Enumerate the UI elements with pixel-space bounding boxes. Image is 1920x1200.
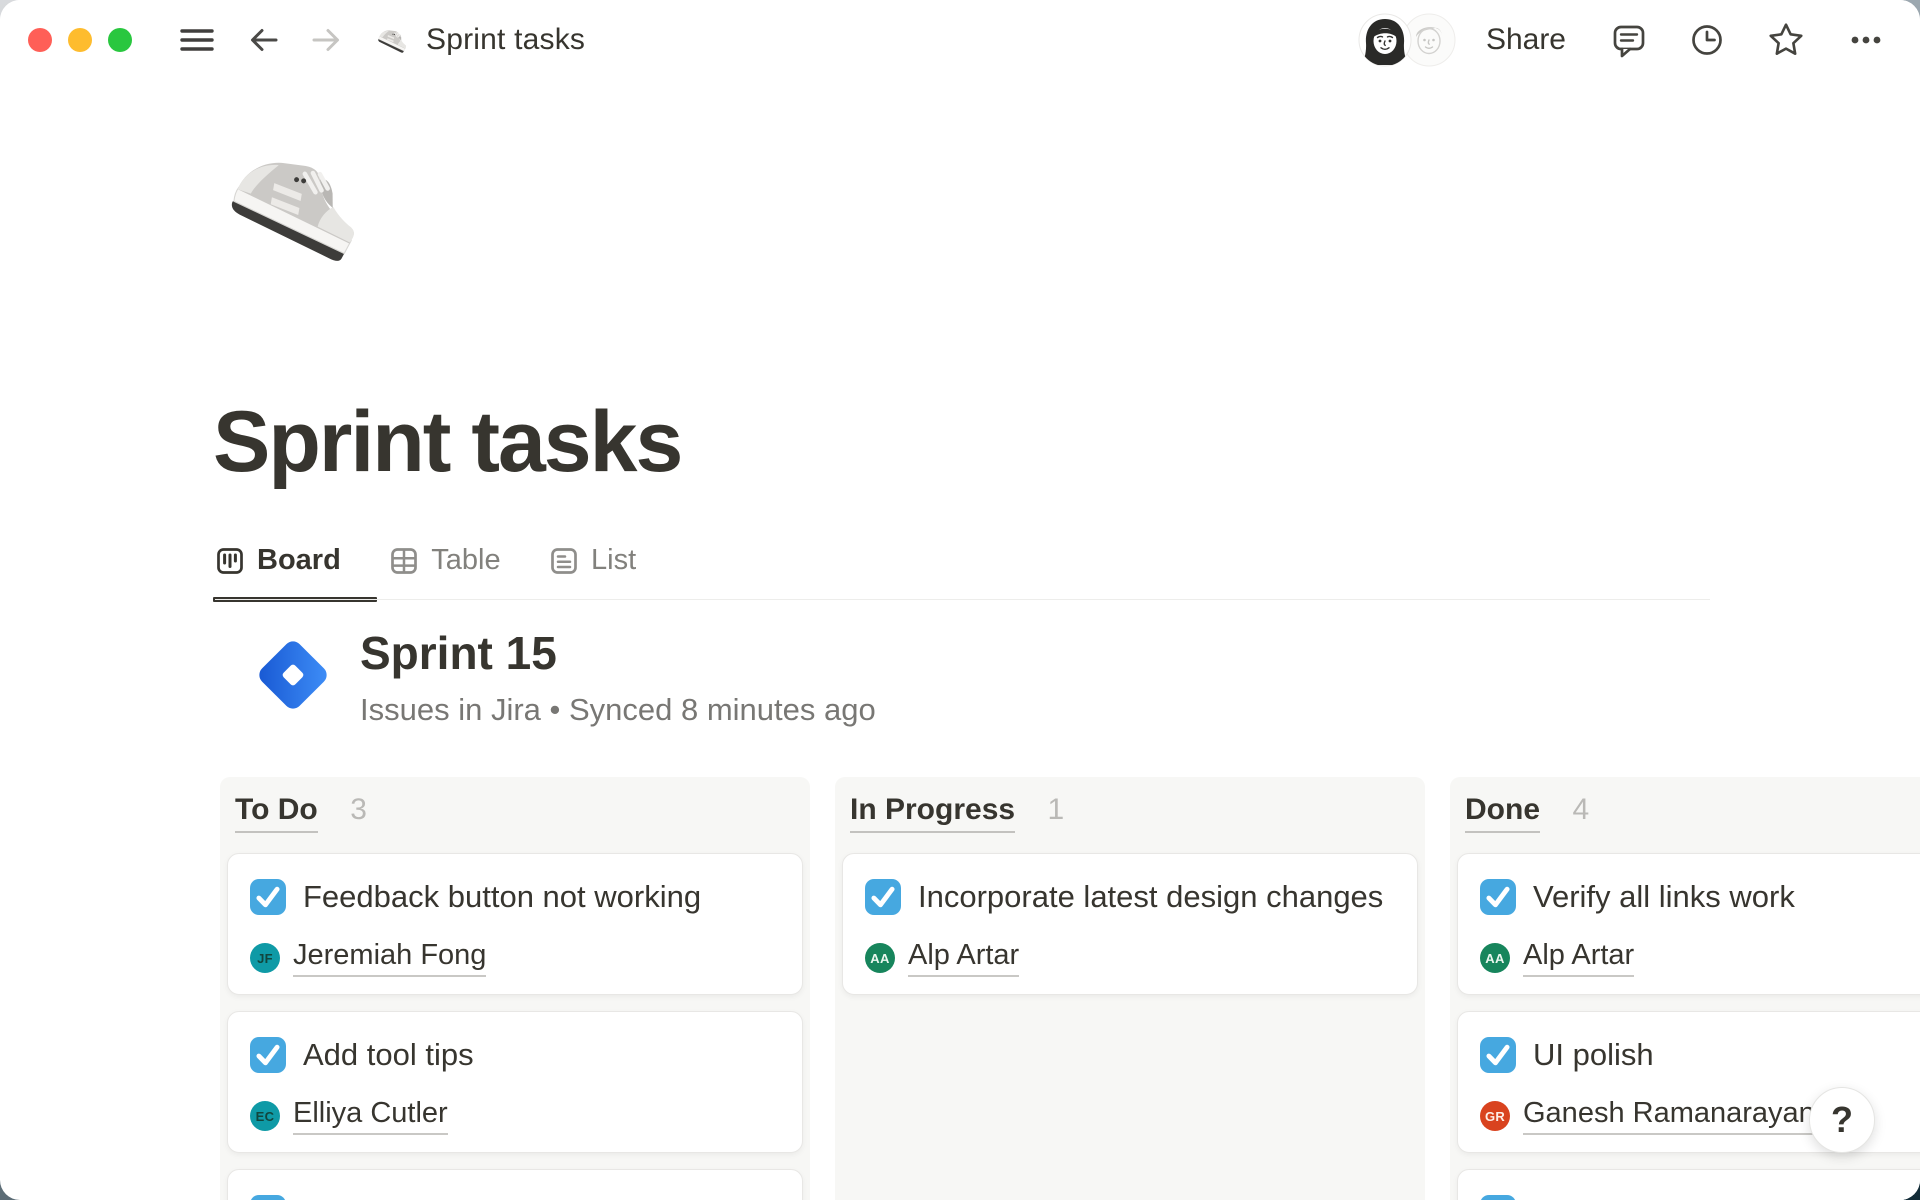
- zoom-window-button[interactable]: [108, 28, 132, 52]
- task-checkbox[interactable]: [1480, 1195, 1516, 1200]
- assignee-name: Ganesh Ramanarayanan: [1523, 1097, 1847, 1135]
- assignee-avatar: AA: [865, 943, 895, 973]
- column-title[interactable]: To Do: [235, 793, 318, 833]
- share-button[interactable]: Share: [1486, 23, 1566, 57]
- tab-list[interactable]: List: [549, 540, 636, 577]
- column-title[interactable]: In Progress: [850, 793, 1015, 833]
- board-column-todo: To Do 3 Feedback button not working JF J…: [220, 777, 810, 1200]
- forward-icon[interactable]: [308, 22, 344, 58]
- help-button[interactable]: ?: [1809, 1087, 1875, 1153]
- sneaker-page-icon: [376, 22, 412, 58]
- collaborator-avatars[interactable]: [1358, 13, 1456, 67]
- task-title: Feedback button not working: [303, 879, 701, 914]
- assignee-name: Alp Artar: [1523, 939, 1634, 977]
- woman-avatar: [1358, 13, 1412, 67]
- assignee-avatar: EC: [250, 1101, 280, 1131]
- task-title: Incorporate latest design changes: [918, 879, 1383, 914]
- column-count: 4: [1572, 793, 1589, 826]
- task-card-partial[interactable]: [227, 1169, 803, 1200]
- topbar-page-title[interactable]: Sprint tasks: [426, 23, 585, 57]
- window-controls: [28, 28, 132, 52]
- assignee-avatar: JF: [250, 943, 280, 973]
- comments-icon[interactable]: [1610, 21, 1648, 59]
- jira-logo-icon: [250, 632, 336, 718]
- task-card-partial[interactable]: [1457, 1169, 1920, 1200]
- task-card[interactable]: Feedback button not working JF Jeremiah …: [227, 853, 803, 995]
- task-checkbox[interactable]: [250, 1037, 286, 1073]
- tabs-divider: [215, 599, 1710, 600]
- back-icon[interactable]: [246, 22, 282, 58]
- sprint-title[interactable]: Sprint 15: [360, 626, 876, 680]
- table-view-icon: [389, 546, 419, 576]
- more-ellipsis-icon[interactable]: [1846, 20, 1886, 60]
- task-checkbox[interactable]: [865, 879, 901, 915]
- page-title[interactable]: Sprint tasks: [213, 392, 681, 492]
- board-view-icon: [215, 546, 245, 576]
- task-title: Add tool tips: [303, 1037, 474, 1072]
- task-card[interactable]: Incorporate latest design changes AA Alp…: [842, 853, 1418, 995]
- page-icon-sneaker[interactable]: [222, 126, 380, 284]
- task-title: Verify all links work: [1533, 879, 1795, 914]
- task-assignee[interactable]: AA Alp Artar: [1480, 942, 1920, 974]
- task-title: UI polish: [1533, 1037, 1654, 1072]
- linked-database-header: Sprint 15 Issues in Jira • Synced 8 minu…: [250, 626, 876, 728]
- task-assignee[interactable]: AA Alp Artar: [865, 942, 1395, 974]
- close-window-button[interactable]: [28, 28, 52, 52]
- task-checkbox[interactable]: [250, 1195, 286, 1200]
- assignee-name: Elliya Cutler: [293, 1097, 448, 1135]
- column-count: 3: [350, 793, 367, 826]
- favorite-star-icon[interactable]: [1766, 20, 1806, 60]
- notion-window: Sprint tasks Share Sprint tasks: [0, 0, 1920, 1200]
- assignee-name: Alp Artar: [908, 939, 1019, 977]
- column-count: 1: [1048, 793, 1065, 826]
- tab-board-label: Board: [257, 544, 341, 577]
- tab-table-label: Table: [431, 544, 500, 577]
- history-clock-icon[interactable]: [1688, 21, 1726, 59]
- task-assignee[interactable]: EC Elliya Cutler: [250, 1100, 780, 1132]
- list-view-icon: [549, 546, 579, 576]
- column-title[interactable]: Done: [1465, 793, 1540, 833]
- assignee-avatar: GR: [1480, 1101, 1510, 1131]
- board-column-in-progress: In Progress 1 Incorporate latest design …: [835, 777, 1425, 1200]
- minimize-window-button[interactable]: [68, 28, 92, 52]
- kanban-board: To Do 3 Feedback button not working JF J…: [220, 777, 1920, 1200]
- tab-list-label: List: [591, 544, 636, 577]
- task-card[interactable]: Verify all links work AA Alp Artar: [1457, 853, 1920, 995]
- topbar: Sprint tasks Share: [0, 0, 1920, 80]
- view-tabs: Board Table List: [215, 540, 1710, 600]
- task-checkbox[interactable]: [1480, 879, 1516, 915]
- tab-board[interactable]: Board: [215, 540, 341, 577]
- tab-table[interactable]: Table: [389, 540, 500, 577]
- task-checkbox[interactable]: [1480, 1037, 1516, 1073]
- task-card[interactable]: Add tool tips EC Elliya Cutler: [227, 1011, 803, 1153]
- sidebar-toggle-icon[interactable]: [178, 21, 216, 59]
- sync-status-text: Issues in Jira • Synced 8 minutes ago: [360, 692, 876, 728]
- assignee-name: Jeremiah Fong: [293, 939, 486, 977]
- assignee-avatar: AA: [1480, 943, 1510, 973]
- task-assignee[interactable]: JF Jeremiah Fong: [250, 942, 780, 974]
- task-checkbox[interactable]: [250, 879, 286, 915]
